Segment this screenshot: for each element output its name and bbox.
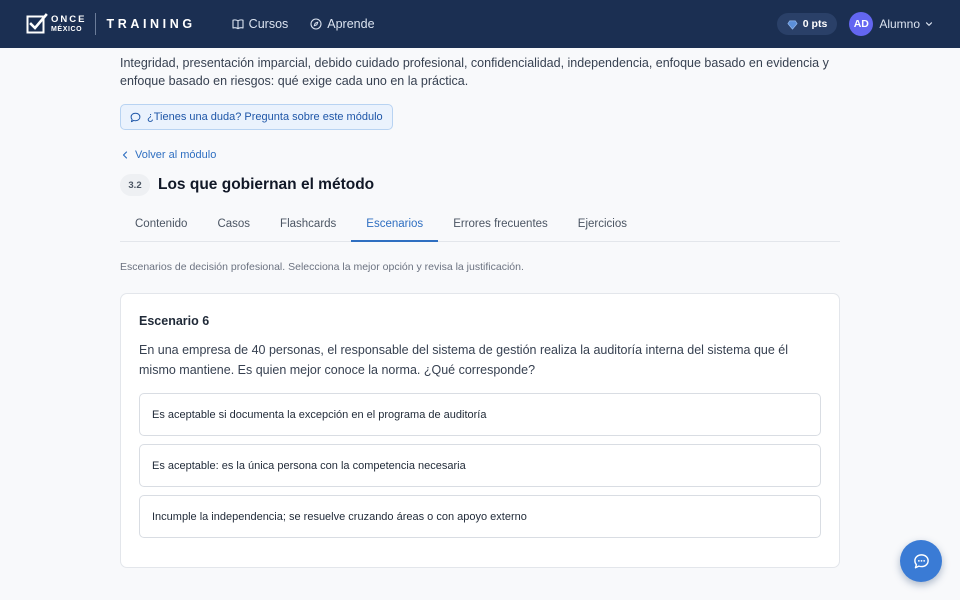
- tab-ejercicios[interactable]: Ejercicios: [563, 208, 642, 242]
- back-to-module-label: Volver al módulo: [135, 149, 217, 161]
- user-area: 0 pts AD Alumno: [776, 12, 934, 36]
- chevron-down-icon[interactable]: [924, 19, 934, 29]
- top-navigation-bar: ONCE MÉXICO TRAINING Cursos Aprende 0 pt…: [0, 0, 960, 48]
- avatar[interactable]: AD: [849, 12, 874, 36]
- nav-item-aprende[interactable]: Aprende: [310, 17, 375, 31]
- main-content: Integridad, presentación imparcial, debi…: [120, 48, 840, 568]
- points-badge[interactable]: 0 pts: [776, 13, 838, 35]
- main-nav: Cursos Aprende: [232, 17, 397, 31]
- chat-bubble-icon: [130, 112, 141, 122]
- user-name[interactable]: Alumno: [879, 17, 920, 31]
- back-to-module-link[interactable]: Volver al módulo: [120, 149, 216, 161]
- scenario-card: Escenario 6 En una empresa de 40 persona…: [120, 293, 840, 568]
- page-title: Los que gobiernan el método: [158, 176, 375, 193]
- tab-errores-frecuentes[interactable]: Errores frecuentes: [438, 208, 563, 242]
- tab-contenido[interactable]: Contenido: [120, 208, 202, 242]
- brand-title: TRAINING: [106, 17, 196, 31]
- logo-line-1: ONCE: [51, 14, 87, 26]
- checkbox-logo-icon: [26, 13, 48, 34]
- scenario-option-2[interactable]: Es aceptable: es la única persona con la…: [139, 444, 821, 487]
- tab-flashcards[interactable]: Flashcards: [265, 208, 351, 242]
- points-label: 0 pts: [802, 18, 828, 30]
- nav-item-cursos[interactable]: Cursos: [232, 17, 289, 31]
- logo-line-2: MÉXICO: [51, 25, 83, 33]
- gem-icon: [787, 19, 798, 29]
- chevron-left-icon: [122, 151, 128, 159]
- compass-icon: [310, 18, 322, 30]
- logo-divider: [95, 13, 97, 35]
- nav-item-cursos-label: Cursos: [248, 17, 289, 31]
- tab-description: Escenarios de decisión profesional. Sele…: [120, 261, 524, 273]
- ask-question-button[interactable]: ¿Tienes una duda? Pregunta sobre este mó…: [120, 104, 393, 130]
- scenario-question: En una empresa de 40 personas, el respon…: [139, 343, 789, 377]
- logo-text: ONCE MÉXICO: [51, 15, 86, 33]
- tab-casos[interactable]: Casos: [202, 208, 265, 242]
- scenario-option-3[interactable]: Incumple la independencia; se resuelve c…: [139, 495, 821, 538]
- tab-escenarios[interactable]: Escenarios: [351, 208, 439, 242]
- chat-assistant-button[interactable]: [900, 540, 942, 582]
- lesson-number-badge: 3.2: [120, 174, 150, 196]
- lesson-tabs: Contenido Casos Flashcards Escenarios Er…: [120, 208, 840, 242]
- logo[interactable]: ONCE MÉXICO: [26, 13, 86, 35]
- scenario-option-1[interactable]: Es aceptable si documenta la excepción e…: [139, 393, 821, 436]
- ask-question-label: ¿Tienes una duda? Pregunta sobre este mó…: [147, 111, 383, 123]
- module-intro-text: Integridad, presentación imparcial, debi…: [120, 56, 829, 88]
- nav-item-aprende-label: Aprende: [327, 17, 375, 31]
- chat-bubble-icon: [913, 553, 929, 568]
- lesson-title-row: 3.2 Los que gobiernan el método: [120, 174, 840, 196]
- scenario-title: Escenario 6: [139, 314, 210, 328]
- book-icon: [232, 19, 244, 30]
